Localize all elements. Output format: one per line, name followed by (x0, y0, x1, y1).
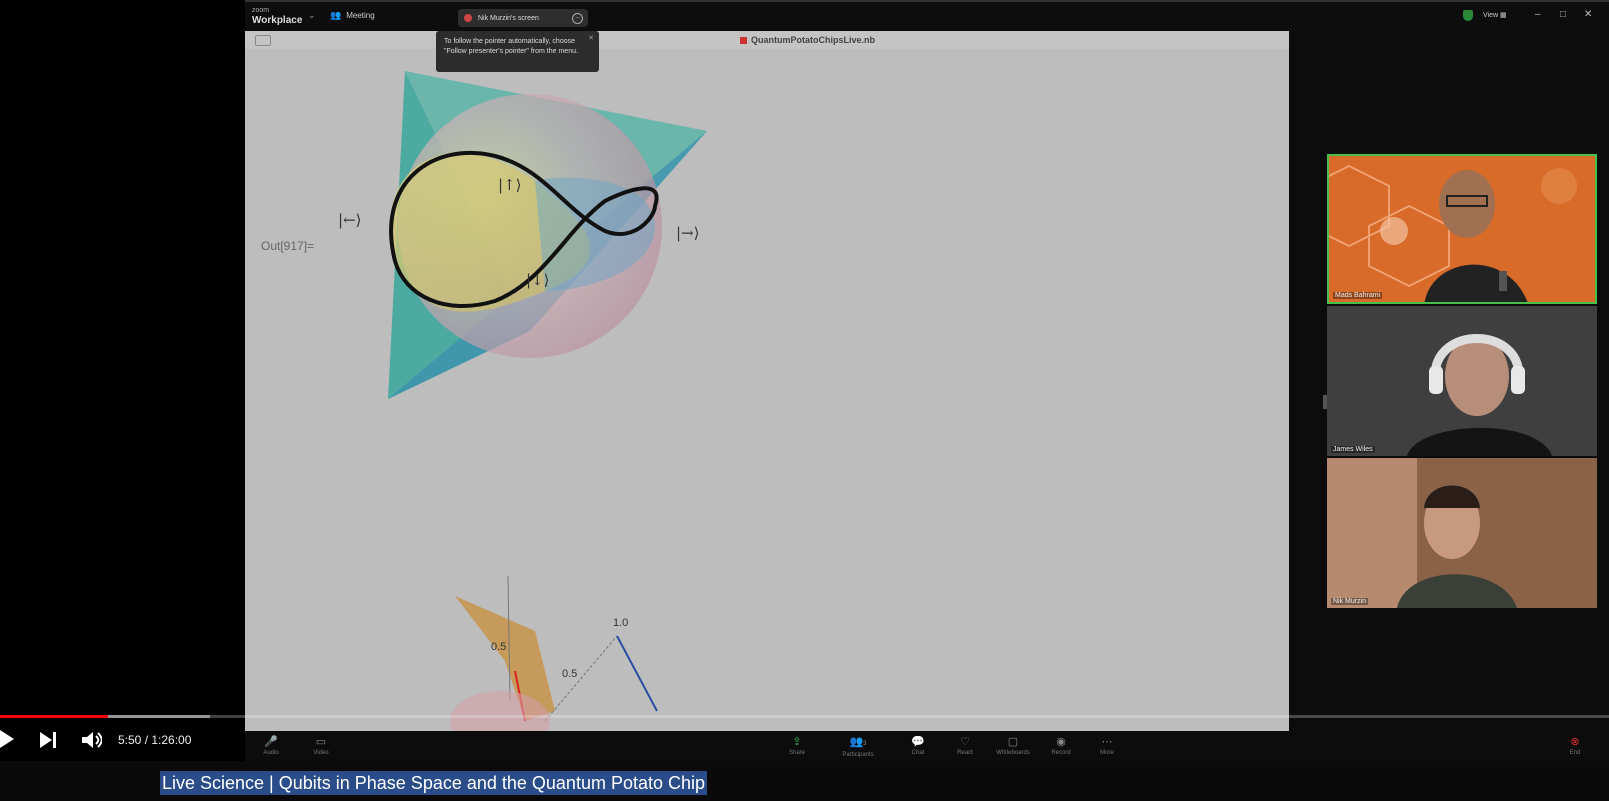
follow-pointer-tooltip: To follow the pointer automatically, cho… (436, 31, 599, 72)
video-feed-3 (1327, 458, 1597, 608)
video-title[interactable]: Live Science | Qubits in Phase Space and… (160, 771, 708, 795)
zoom-logo: zoom Workplace (252, 6, 302, 26)
screen-share-indicator[interactable]: Nik Murzin's screen – (458, 9, 588, 27)
video-label: Video (313, 750, 329, 756)
view-label: View (1483, 12, 1499, 19)
ket-left: |←⟩ (338, 211, 362, 229)
next-icon[interactable] (40, 732, 58, 748)
participants-label: Participants (842, 752, 874, 758)
minimize-share-icon[interactable]: – (572, 13, 583, 24)
record-button[interactable]: ◉ Record (1036, 736, 1086, 756)
close-window-icon[interactable]: ✕ (1584, 9, 1592, 20)
whiteboard-icon: ▢ (1007, 736, 1019, 748)
ket-up: |↑⟩ (498, 176, 522, 194)
zoom-logo-bottom: Workplace (252, 15, 303, 26)
whiteboards-button[interactable]: ▢ Whiteboards (988, 736, 1038, 756)
screen-share-label: Nik Murzin's screen (478, 14, 539, 22)
progress-bar[interactable] (0, 715, 1609, 718)
play-icon[interactable] (0, 730, 16, 748)
more-label: More (1100, 750, 1114, 756)
share-label: Share (788, 750, 805, 756)
record-label: Record (1051, 750, 1071, 756)
played-bar (0, 715, 109, 718)
tooltip-text: To follow the pointer automatically, cho… (444, 38, 578, 55)
whiteboards-label: Whiteboards (996, 750, 1030, 756)
react-label: React (957, 750, 973, 756)
zoom-title-bar (245, 0, 1609, 31)
audio-button[interactable]: 🎤 Audio (246, 736, 296, 756)
chevron-down-icon[interactable]: ⌄ (308, 10, 316, 21)
participants-icon: 👥 (330, 10, 342, 20)
video-feed-1 (1329, 164, 1577, 302)
chat-label: Chat (911, 750, 925, 756)
record-icon: ◉ (1056, 736, 1066, 748)
end-button[interactable]: ⊗ End (1550, 736, 1600, 756)
video-button[interactable]: ▭ Video (296, 736, 346, 756)
heart-icon: ♡ (960, 736, 970, 748)
participant-name-1: Mads Bahrami (1333, 292, 1383, 299)
view-button[interactable]: View ▦ (1483, 11, 1507, 19)
camera-icon: ▭ (315, 736, 327, 748)
participants-count: 3 (863, 741, 867, 747)
more-button[interactable]: ⋯ More (1082, 736, 1132, 756)
axis-tick-3: 0.5 (562, 668, 578, 680)
participant-tile-2[interactable]: James Wiles (1327, 306, 1597, 456)
participant-name-3: Nik Murzin (1331, 598, 1369, 605)
time-display: 5:50 / 1:26:00 (118, 733, 192, 747)
share-button[interactable]: ⇪ Share (772, 736, 822, 756)
plot-axis-diagonal (544, 635, 618, 722)
ket-right: |→⟩ (676, 224, 700, 242)
close-tooltip-icon[interactable]: ✕ (588, 34, 594, 44)
react-button[interactable]: ♡ React (940, 736, 990, 756)
shield-icon[interactable] (1463, 10, 1473, 21)
meeting-menu-button[interactable]: 👥 Meeting (330, 10, 375, 21)
share-icon: ⇪ (792, 736, 802, 748)
axis-tick-1: 1.0 (613, 617, 629, 629)
video-feed-2 (1327, 306, 1597, 456)
more-icon: ⋯ (1101, 736, 1113, 748)
plot-axis-blue (616, 635, 658, 712)
participant-tile-1[interactable]: Mads Bahrami (1327, 154, 1597, 304)
audio-label: Audio (263, 750, 279, 756)
meeting-label: Meeting (346, 11, 375, 20)
chat-icon: 💬 (911, 736, 925, 748)
volume-icon[interactable] (82, 731, 102, 749)
shared-screen-notebook: QuantumPotatoChipsLive.nb Out[917]= |↑⟩ … (245, 31, 1289, 731)
end-icon: ⊗ (1570, 736, 1580, 748)
minimize-window-icon[interactable]: – (1535, 9, 1541, 20)
end-label: End (1569, 750, 1581, 756)
participant-tile-3[interactable]: Nik Murzin (1327, 458, 1597, 608)
participant-name-2: James Wiles (1331, 446, 1375, 453)
participants-icon: 👥3 (849, 736, 867, 748)
ket-down: |↓⟩ (526, 271, 550, 289)
share-status-icon (464, 14, 472, 22)
mic-icon: 🎤 (264, 736, 278, 748)
axis-tick-2: 0.5 (491, 641, 507, 653)
maximize-window-icon[interactable]: □ (1560, 9, 1566, 20)
bloch-tetrahedron-graphic (388, 71, 707, 731)
chat-button[interactable]: 💬 Chat (893, 736, 943, 756)
participants-button[interactable]: 👥3 Participants (833, 736, 883, 758)
